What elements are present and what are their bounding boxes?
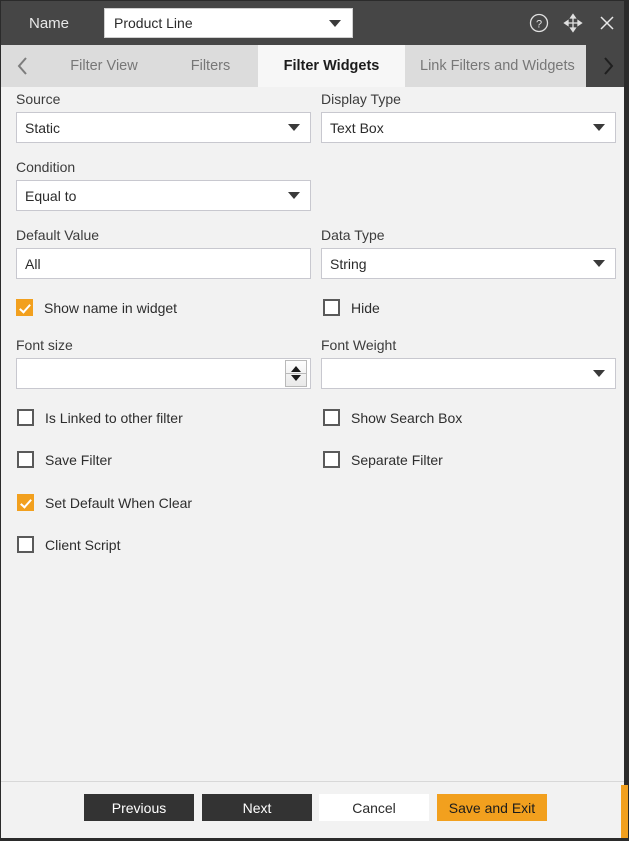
checkbox-label: Set Default When Clear [45,494,193,511]
source-value: Static [25,119,61,136]
condition-dropdown[interactable]: Equal to [16,180,311,211]
help-circle-icon[interactable]: ? [526,10,552,36]
checkbox-save-filter[interactable]: Save Filter [17,451,112,468]
stepper-up-icon[interactable] [291,366,301,372]
font-size-stepper[interactable] [16,358,311,389]
checkbox-label: Save Filter [45,451,112,468]
cancel-button[interactable]: Cancel [319,794,429,821]
chevron-down-icon [593,260,605,267]
checkbox-separate-filter[interactable]: Separate Filter [323,451,443,468]
name-label: Name [29,14,70,32]
bottom-border [1,838,628,840]
font-size-label: Font size [16,337,73,353]
tab-label: Filters [190,58,231,74]
name-dropdown[interactable]: Product Line [104,8,353,38]
button-label: Previous [111,799,167,816]
next-button[interactable]: Next [202,794,312,821]
checkbox-unchecked-icon [323,409,340,426]
checkbox-label: Show name in widget [44,299,178,316]
field-data-type: Data Type String [321,227,616,279]
field-source: Source Static [16,91,311,143]
form-area: Source Static Display Type Text Box Cond… [1,87,628,781]
source-dropdown[interactable]: Static [16,112,311,143]
field-default-value: Default Value All [16,227,311,279]
checkbox-label: Client Script [45,536,121,553]
chevron-down-icon [288,192,300,199]
checkbox-checked-icon [16,299,33,316]
checkbox-show-name-in-widget[interactable]: Show name in widget [16,299,177,316]
button-label: Save and Exit [448,799,536,816]
field-font-weight: Font Weight [321,337,616,389]
font-weight-label: Font Weight [321,337,397,353]
checkbox-label: Is Linked to other filter [45,409,183,426]
save-and-exit-button[interactable]: Save and Exit [437,794,547,821]
default-value-label: Default Value [16,227,100,243]
button-label: Next [242,799,272,816]
checkbox-unchecked-icon [17,536,34,553]
checkbox-checked-icon [17,494,34,511]
checkbox-unchecked-icon [323,451,340,468]
chevron-down-icon [329,19,341,27]
display-type-dropdown[interactable]: Text Box [321,112,616,143]
chevron-down-icon [288,124,300,131]
name-dropdown-value: Product Line [114,15,193,31]
display-type-label: Display Type [321,91,401,107]
field-font-size: Font size [16,337,311,389]
data-type-label: Data Type [321,227,385,243]
previous-button[interactable]: Previous [84,794,194,821]
checkbox-label: Separate Filter [351,451,443,468]
tab-label: Link Filters and Widgets [420,58,575,74]
checkbox-unchecked-icon [323,299,340,316]
tab-filters[interactable]: Filters [163,45,258,87]
source-label: Source [16,91,61,107]
data-type-value: String [330,255,367,272]
font-weight-dropdown[interactable] [321,358,616,389]
checkbox-set-default-when-clear[interactable]: Set Default When Clear [17,494,192,511]
tab-link-filters-and-widgets[interactable]: Link Filters and Widgets [405,45,586,87]
dialog-titlebar: Name Product Line ? [1,1,628,45]
tab-filter-view[interactable]: Filter View [45,45,163,87]
move-arrows-icon[interactable] [560,10,586,36]
tab-label: Filter View [70,58,138,74]
right-edge-accent [621,785,628,838]
default-value-input[interactable]: All [16,248,311,279]
checkbox-hide[interactable]: Hide [323,299,380,316]
default-value-text: All [25,255,41,272]
condition-label: Condition [16,159,76,175]
chevron-down-icon [593,124,605,131]
display-type-value: Text Box [330,119,384,136]
tab-list: Filter View Filters Filter Widgets Link … [45,45,586,87]
stepper-arrows-icon[interactable] [285,360,307,387]
dialog-footer: Previous Next Cancel Save and Exit [1,781,628,840]
checkbox-client-script[interactable]: Client Script [17,536,120,553]
button-label: Cancel [352,799,396,816]
tab-scroll-left-button[interactable] [1,45,45,87]
checkbox-label: Show Search Box [351,409,463,426]
tab-label: Filter Widgets [283,58,380,74]
right-edge-border [624,1,628,787]
checkbox-unchecked-icon [17,409,34,426]
tab-bar: Filter View Filters Filter Widgets Link … [1,45,628,87]
field-display-type: Display Type Text Box [321,91,616,143]
tab-scroll-right-button[interactable] [586,45,628,87]
svg-text:?: ? [536,19,542,31]
filter-widgets-dialog: Name Product Line ? Filter View Filters … [0,0,629,841]
tab-filter-widgets[interactable]: Filter Widgets [258,45,405,87]
titlebar-actions: ? [526,1,620,45]
checkbox-label: Hide [351,299,380,316]
field-condition: Condition Equal to [16,159,311,211]
data-type-dropdown[interactable]: String [321,248,616,279]
condition-value: Equal to [25,187,77,204]
checkbox-is-linked-to-other-filter[interactable]: Is Linked to other filter [17,409,183,426]
checkbox-show-search-box[interactable]: Show Search Box [323,409,462,426]
close-x-icon[interactable] [594,10,620,36]
stepper-divider [286,373,306,374]
stepper-down-icon[interactable] [291,375,301,381]
chevron-down-icon [593,370,605,377]
checkbox-unchecked-icon [17,451,34,468]
